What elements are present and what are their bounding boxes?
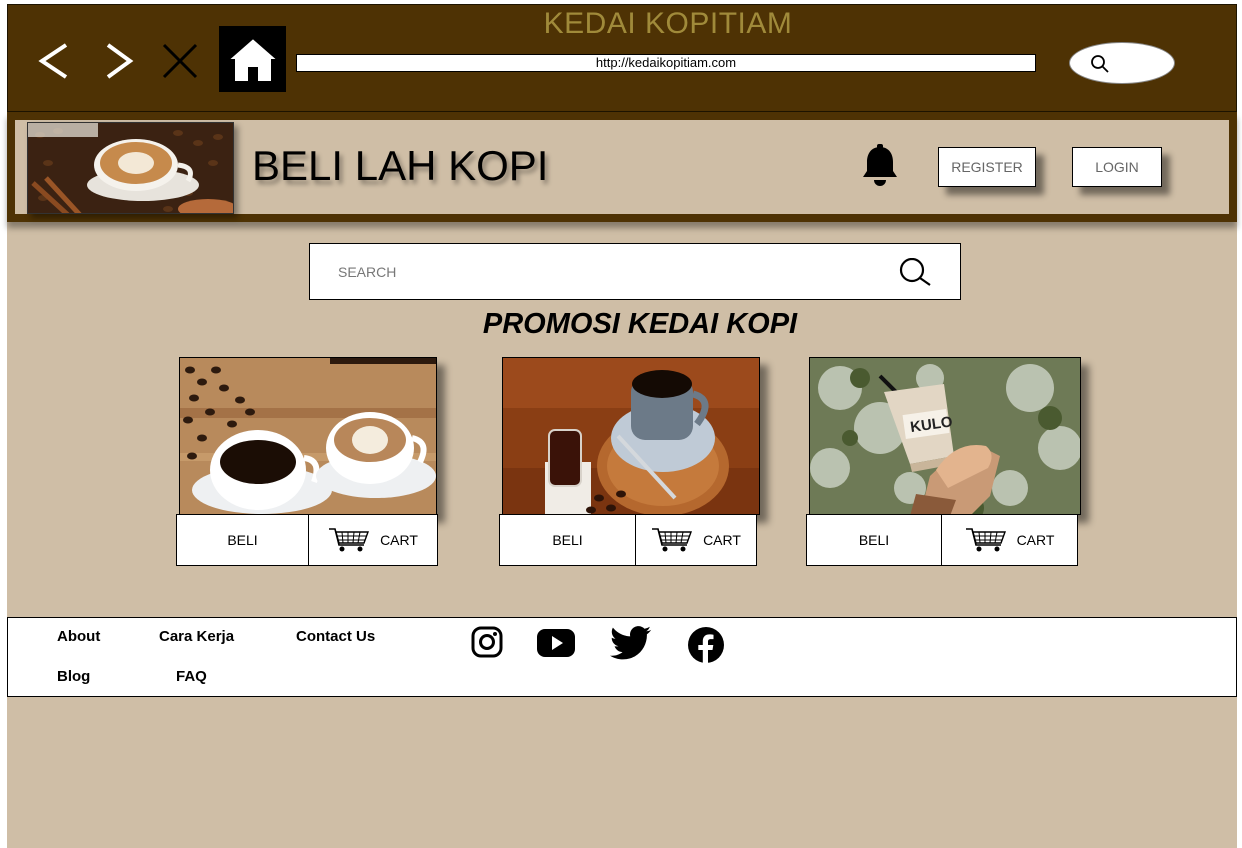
page-frame: KEDAI KOPITIAM http://kedaikopitiam.com	[7, 4, 1237, 848]
product-actions: BELI CART	[499, 514, 757, 566]
browser-search-button[interactable]	[1069, 42, 1175, 84]
kulo-iced-coffee-photo[interactable]: KULO	[809, 357, 1081, 515]
footer-link-blog[interactable]: Blog	[57, 668, 90, 685]
promo-heading: PROMOSI KEDAI KOPI	[482, 308, 798, 340]
footer-link-cara-kerja[interactable]: Cara Kerja	[159, 628, 234, 645]
search-icon[interactable]	[898, 258, 934, 288]
stop-button[interactable]	[158, 39, 202, 83]
back-button[interactable]	[34, 39, 74, 83]
product-actions: BELI CART	[176, 514, 438, 566]
youtube-icon[interactable]	[536, 628, 576, 658]
buy-button[interactable]: BELI	[176, 514, 309, 566]
chevron-right-icon	[106, 43, 134, 79]
brand-title: BELI LAH KOPI	[252, 142, 549, 189]
bell-icon	[863, 144, 897, 186]
latte-coffee-beans-logo-image	[27, 122, 234, 214]
add-to-cart-button[interactable]: CART	[942, 514, 1078, 566]
home-button[interactable]	[219, 26, 286, 92]
site-header: BELI LAH KOPI REGISTER LOGIN	[7, 112, 1237, 222]
shopping-cart-icon	[652, 528, 693, 552]
header-panel: BELI LAH KOPI REGISTER LOGIN	[15, 120, 1229, 214]
facebook-icon[interactable]	[687, 626, 725, 664]
instagram-icon[interactable]	[471, 626, 503, 658]
shopping-cart-icon	[329, 528, 370, 552]
cart-label: CART	[1016, 532, 1055, 548]
add-to-cart-button[interactable]: CART	[636, 514, 757, 566]
home-icon	[227, 36, 278, 81]
search-icon	[1091, 55, 1109, 73]
shopping-cart-icon	[965, 528, 1006, 552]
browser-toolbar: KEDAI KOPITIAM http://kedaikopitiam.com	[7, 4, 1237, 112]
buy-button[interactable]: BELI	[806, 514, 942, 566]
footer-link-faq[interactable]: FAQ	[176, 668, 207, 685]
twitter-icon[interactable]	[610, 626, 652, 660]
two-coffee-cups-photo[interactable]	[179, 357, 437, 515]
product-actions: BELI CART	[806, 514, 1078, 566]
forward-button[interactable]	[98, 39, 138, 83]
footer-link-about[interactable]: About	[57, 628, 100, 645]
buy-button[interactable]: BELI	[499, 514, 636, 566]
coffee-on-wood-photo[interactable]	[502, 357, 760, 515]
browser-window-title: KEDAI KOPITIAM	[543, 7, 793, 40]
add-to-cart-button[interactable]: CART	[309, 514, 438, 566]
url-bar[interactable]: http://kedaikopitiam.com	[296, 54, 1036, 72]
close-icon	[162, 43, 198, 79]
site-footer: About Cara Kerja Contact Us Blog FAQ	[7, 617, 1237, 697]
search-input[interactable]	[338, 258, 878, 286]
chevron-left-icon	[38, 43, 68, 79]
cart-label: CART	[380, 532, 418, 548]
login-button[interactable]: LOGIN	[1072, 147, 1162, 187]
footer-link-contact-us[interactable]: Contact Us	[296, 628, 375, 645]
notification-bell-button[interactable]	[861, 144, 899, 193]
register-button[interactable]: REGISTER	[938, 147, 1036, 187]
site-search-bar	[309, 243, 961, 300]
cart-label: CART	[703, 532, 741, 548]
